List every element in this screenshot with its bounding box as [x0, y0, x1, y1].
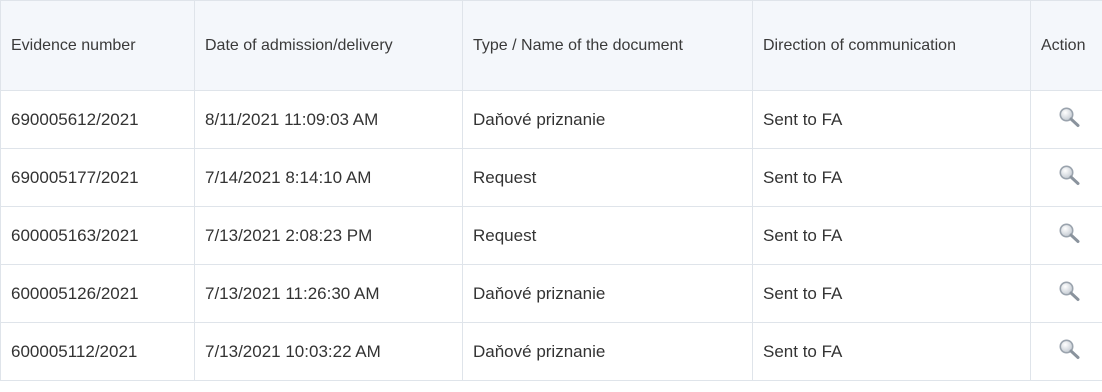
column-header-action: Action	[1030, 0, 1102, 91]
cell-direction: Sent to FA	[752, 90, 1031, 149]
table-row: 600005126/2021 7/13/2021 11:26:30 AM Daň…	[0, 264, 1102, 323]
cell-date: 7/13/2021 10:03:22 AM	[194, 322, 463, 381]
cell-direction: Sent to FA	[752, 264, 1031, 323]
cell-action	[1030, 322, 1102, 381]
table-header-row: Evidence number Date of admission/delive…	[0, 0, 1102, 91]
cell-document-type: Daňové priznanie	[462, 322, 753, 381]
cell-document-type: Request	[462, 148, 753, 207]
cell-evidence-number: 600005112/2021	[0, 322, 195, 381]
table-body: 690005612/2021 8/11/2021 11:09:03 AM Daň…	[0, 90, 1102, 381]
cell-action	[1030, 90, 1102, 149]
cell-date: 8/11/2021 11:09:03 AM	[194, 90, 463, 149]
table-row: 690005612/2021 8/11/2021 11:09:03 AM Daň…	[0, 90, 1102, 149]
documents-table: Evidence number Date of admission/delive…	[0, 0, 1102, 381]
cell-document-type: Request	[462, 206, 753, 265]
column-header-document-type[interactable]: Type / Name of the document	[462, 0, 753, 91]
cell-evidence-number: 600005126/2021	[0, 264, 195, 323]
search-icon[interactable]	[1057, 221, 1081, 245]
search-icon[interactable]	[1057, 105, 1081, 129]
cell-action	[1030, 206, 1102, 265]
search-icon[interactable]	[1057, 163, 1081, 187]
cell-direction: Sent to FA	[752, 148, 1031, 207]
cell-date: 7/13/2021 11:26:30 AM	[194, 264, 463, 323]
table-row: 600005163/2021 7/13/2021 2:08:23 PM Requ…	[0, 206, 1102, 265]
cell-document-type: Daňové priznanie	[462, 90, 753, 149]
cell-date: 7/13/2021 2:08:23 PM	[194, 206, 463, 265]
cell-direction: Sent to FA	[752, 322, 1031, 381]
documents-table-container: Evidence number Date of admission/delive…	[0, 0, 1102, 392]
cell-document-type: Daňové priznanie	[462, 264, 753, 323]
column-header-date[interactable]: Date of admission/delivery	[194, 0, 463, 91]
column-header-evidence-number[interactable]: Evidence number	[0, 0, 195, 91]
cell-evidence-number: 690005612/2021	[0, 90, 195, 149]
search-icon[interactable]	[1057, 279, 1081, 303]
cell-evidence-number: 690005177/2021	[0, 148, 195, 207]
table-header: Evidence number Date of admission/delive…	[0, 0, 1102, 91]
cell-action	[1030, 264, 1102, 323]
cell-evidence-number: 600005163/2021	[0, 206, 195, 265]
cell-action	[1030, 148, 1102, 207]
table-row: 690005177/2021 7/14/2021 8:14:10 AM Requ…	[0, 148, 1102, 207]
cell-direction: Sent to FA	[752, 206, 1031, 265]
table-row: 600005112/2021 7/13/2021 10:03:22 AM Daň…	[0, 322, 1102, 381]
column-header-direction[interactable]: Direction of communication	[752, 0, 1031, 91]
cell-date: 7/14/2021 8:14:10 AM	[194, 148, 463, 207]
search-icon[interactable]	[1057, 337, 1081, 361]
